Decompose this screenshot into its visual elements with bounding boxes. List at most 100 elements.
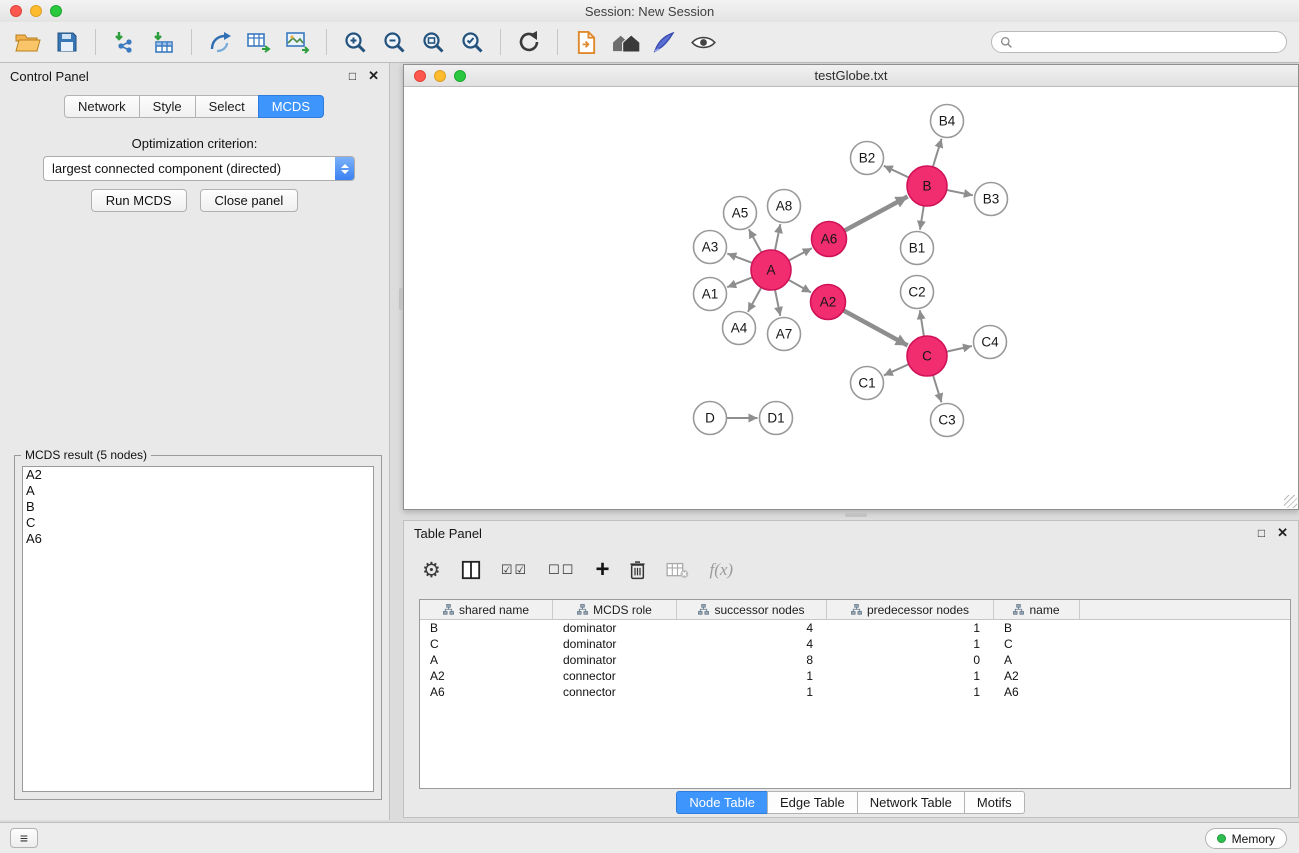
close-panel-icon[interactable]: ✕: [368, 68, 379, 84]
zoom-out-button[interactable]: [378, 26, 410, 58]
mcds-result-item[interactable]: A6: [23, 531, 373, 547]
select-all-button[interactable]: ☑☑: [501, 556, 528, 584]
tab-network-table[interactable]: Network Table: [857, 791, 965, 814]
horizontal-splitter-handle[interactable]: [845, 513, 867, 517]
mcds-result-item[interactable]: C: [23, 515, 373, 531]
node-C2[interactable]: C2: [901, 276, 934, 309]
mcds-result-item[interactable]: B: [23, 499, 373, 515]
table-row[interactable]: A2connector11A2: [420, 668, 1290, 684]
tab-select[interactable]: Select: [195, 95, 259, 118]
refresh-layout-button[interactable]: [513, 26, 545, 58]
network-minimize-button[interactable]: [434, 70, 446, 82]
show-columns-button[interactable]: [461, 556, 481, 584]
column-header-name[interactable]: name: [994, 600, 1080, 619]
node-A3[interactable]: A3: [694, 231, 727, 264]
network-document-button[interactable]: [570, 26, 602, 58]
tab-style[interactable]: Style: [139, 95, 196, 118]
node-C3[interactable]: C3: [931, 404, 964, 437]
network-canvas[interactable]: B4 B2 B B3 A5 A8 A6 B1 A3 A C2 A1 A2 A4 A7 C C4 C1 C3 D D1: [404, 87, 1298, 509]
column-header-MCDS-role[interactable]: MCDS role: [553, 600, 677, 619]
float-table-panel-icon[interactable]: □: [1258, 526, 1265, 540]
attribute-type-icon: [698, 604, 709, 615]
table-row[interactable]: A6connector11A6: [420, 684, 1290, 700]
node-C1[interactable]: C1: [851, 367, 884, 400]
toolbar-separator: [191, 29, 192, 55]
table-cell: dominator: [553, 653, 677, 667]
close-panel-button[interactable]: Close panel: [200, 189, 299, 212]
node-label: C2: [908, 285, 925, 300]
close-button[interactable]: [10, 5, 22, 17]
table-row[interactable]: Bdominator41B: [420, 620, 1290, 636]
node-B2[interactable]: B2: [851, 142, 884, 175]
tab-node-table[interactable]: Node Table: [676, 791, 768, 814]
network-close-button[interactable]: [414, 70, 426, 82]
save-session-button[interactable]: [51, 26, 83, 58]
node-A1[interactable]: A1: [694, 278, 727, 311]
table-row[interactable]: Adominator80A: [420, 652, 1290, 668]
node-C4[interactable]: C4: [974, 326, 1007, 359]
add-column-button[interactable]: +: [595, 556, 609, 584]
zoom-window-button[interactable]: [50, 5, 62, 17]
mcds-result-list[interactable]: A2ABCA6: [22, 466, 374, 792]
table-settings-button[interactable]: ⚙: [422, 556, 441, 584]
node-B[interactable]: B: [907, 166, 947, 206]
function-builder-button[interactable]: f(x): [709, 556, 733, 584]
node-A5[interactable]: A5: [724, 197, 757, 230]
node-D[interactable]: D: [694, 402, 727, 435]
style-brush-button[interactable]: [648, 26, 680, 58]
zoom-in-button[interactable]: [339, 26, 371, 58]
mcds-result-item[interactable]: A2: [23, 467, 373, 483]
export-image-button[interactable]: [282, 26, 314, 58]
deselect-all-button[interactable]: ☐☐: [548, 556, 575, 584]
resize-grip[interactable]: [1284, 495, 1297, 508]
criterion-dropdown[interactable]: largest connected component (directed): [43, 156, 355, 181]
node-A[interactable]: A: [751, 250, 791, 290]
delete-table-button[interactable]: [666, 556, 689, 584]
vertical-splitter-handle[interactable]: [399, 288, 403, 310]
export-network-button[interactable]: [204, 26, 236, 58]
tab-mcds[interactable]: MCDS: [258, 95, 324, 118]
tab-edge-table[interactable]: Edge Table: [767, 791, 858, 814]
memory-button[interactable]: Memory: [1205, 828, 1287, 849]
import-network-button[interactable]: [108, 26, 140, 58]
task-history-button[interactable]: ≡: [10, 828, 38, 848]
search-box[interactable]: [991, 31, 1287, 53]
import-table-button[interactable]: [147, 26, 179, 58]
show-hide-button[interactable]: [687, 26, 719, 58]
node-A2[interactable]: A2: [811, 285, 846, 320]
tab-motifs[interactable]: Motifs: [964, 791, 1025, 814]
node-D1[interactable]: D1: [760, 402, 793, 435]
node-C[interactable]: C: [907, 336, 947, 376]
node-B4[interactable]: B4: [931, 105, 964, 138]
node-A7[interactable]: A7: [768, 318, 801, 351]
minimize-button[interactable]: [30, 5, 42, 17]
column-header-predecessor-nodes[interactable]: predecessor nodes: [827, 600, 994, 619]
float-panel-icon[interactable]: □: [349, 69, 356, 83]
tab-network[interactable]: Network: [64, 95, 140, 118]
node-table: shared nameMCDS rolesuccessor nodesprede…: [419, 599, 1291, 789]
column-header-successor-nodes[interactable]: successor nodes: [677, 600, 827, 619]
node-B3[interactable]: B3: [975, 183, 1008, 216]
search-input[interactable]: [1018, 35, 1278, 50]
open-session-button[interactable]: [12, 26, 44, 58]
table-row[interactable]: Cdominator41C: [420, 636, 1290, 652]
table-cell: C: [420, 637, 553, 651]
node-B1[interactable]: B1: [901, 232, 934, 265]
node-A4[interactable]: A4: [723, 312, 756, 345]
node-A6[interactable]: A6: [812, 222, 847, 257]
zoom-selected-button[interactable]: [456, 26, 488, 58]
delete-column-button[interactable]: [629, 556, 646, 584]
home-button[interactable]: [609, 26, 641, 58]
mcds-result-item[interactable]: A: [23, 483, 373, 499]
table-cell: 0: [827, 653, 994, 667]
network-zoom-button[interactable]: [454, 70, 466, 82]
run-mcds-button[interactable]: Run MCDS: [91, 189, 187, 212]
node-A8[interactable]: A8: [768, 190, 801, 223]
close-table-panel-icon[interactable]: ✕: [1277, 525, 1288, 541]
zoom-fit-button[interactable]: [417, 26, 449, 58]
attribute-type-icon: [1013, 604, 1024, 615]
column-header-shared-name[interactable]: shared name: [420, 600, 553, 619]
export-table-button[interactable]: [243, 26, 275, 58]
network-window-titlebar[interactable]: testGlobe.txt: [404, 65, 1298, 87]
table-cell: connector: [553, 669, 677, 683]
